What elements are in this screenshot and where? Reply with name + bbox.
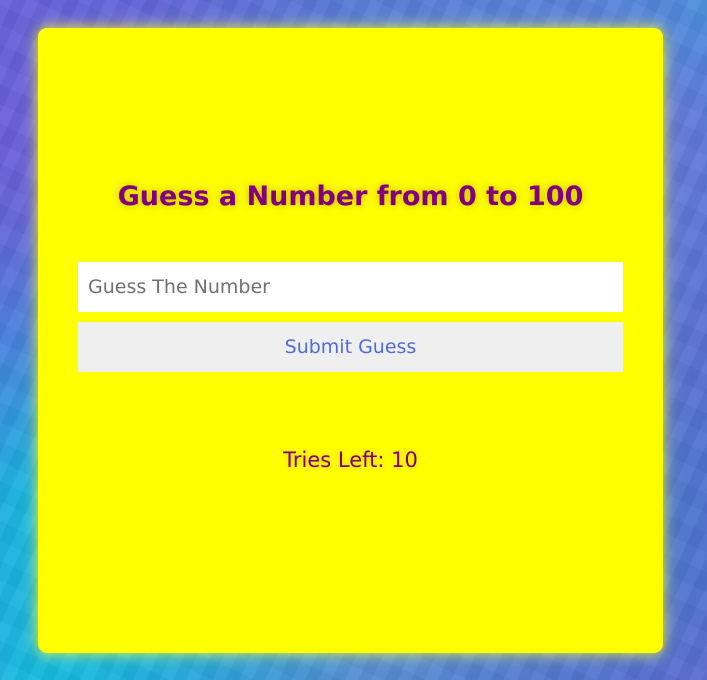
game-card: Guess a Number from 0 to 100 Submit Gues… <box>38 28 663 653</box>
game-title: Guess a Number from 0 to 100 <box>117 181 584 212</box>
tries-left-text: Tries Left: 10 <box>283 448 418 472</box>
submit-guess-button[interactable]: Submit Guess <box>78 322 623 372</box>
guess-input[interactable] <box>78 262 623 312</box>
